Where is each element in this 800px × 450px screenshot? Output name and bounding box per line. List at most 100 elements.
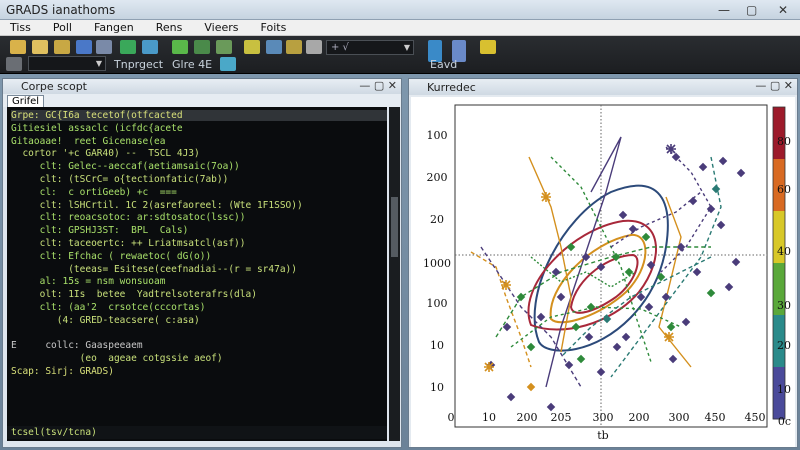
x-tick-label: 300 <box>669 411 690 424</box>
chevron-down-icon: ▼ <box>403 43 410 52</box>
script-minimize-button[interactable]: — <box>359 79 370 92</box>
figure-close-button[interactable]: ✕ <box>784 79 793 92</box>
x-tick-label: 0 <box>448 411 455 424</box>
command-line[interactable]: tcsel(tsv/tcna) <box>11 427 97 438</box>
code-line[interactable]: Gitiesiel assaclc (icfdc{acete <box>11 123 183 134</box>
x-tick-label: 450 <box>705 411 726 424</box>
figure-window-title: Kurredec <box>427 80 476 94</box>
plot-frame <box>454 104 768 428</box>
scrollbar-thumb[interactable] <box>391 197 398 257</box>
export-icon[interactable] <box>480 40 496 54</box>
project-label[interactable]: Tnprgect <box>114 58 163 71</box>
x-tick-label: 300 <box>593 411 614 424</box>
app-title-bar: GRADS ianathoms — ▢ ✕ <box>0 0 800 20</box>
save-label[interactable]: Eavd <box>430 58 457 71</box>
graph-icon[interactable] <box>216 40 232 54</box>
star-marker <box>501 280 511 290</box>
star-marker <box>664 332 674 342</box>
figure-minimize-button[interactable]: — <box>755 79 766 92</box>
new-folder-icon[interactable] <box>10 40 26 54</box>
x-tick-label: 205 <box>551 411 572 424</box>
y-tick-label: 200 <box>427 171 448 184</box>
star-marker <box>666 144 676 154</box>
code-line[interactable]: (4: GRED-teacsere( c:asa) <box>11 315 200 326</box>
x-axis-label: tb <box>597 429 608 442</box>
script-close-button[interactable]: ✕ <box>388 79 397 92</box>
code-line[interactable]: (teeas= Esitese(ceefnadiai--(r = sr47a)) <box>11 264 297 275</box>
window-icon[interactable] <box>6 57 22 71</box>
toolbar: + √ ▼ ▼ Tnprgect Glre 4E Eavd <box>0 36 800 74</box>
code-line[interactable]: clt: Efchac ( rewaetoc( dG(o)) <box>11 251 212 262</box>
user-icon[interactable] <box>76 40 92 54</box>
figure-window-controls[interactable]: — ▢ ✕ <box>755 79 793 92</box>
colorbar-tick-label: 20 <box>777 339 791 352</box>
script-maximize-button[interactable]: ▢ <box>374 79 384 92</box>
colorbar-tick-label: 60 <box>777 183 791 196</box>
trajectory-plot: 10020020100010010100 10 200 205 300 200 300 450… <box>423 104 791 442</box>
x-tick-label: 200 <box>629 411 650 424</box>
code-line[interactable]: cortor '+c GAR40) -- TSCL 4J3) <box>11 148 199 159</box>
code-line[interactable]: clt: reoacsotoc: ar:sdtosatoc(lssc)) <box>11 212 246 223</box>
code-line[interactable]: Gitaoaae! reet Gicenase(ea <box>11 136 165 147</box>
script-window-controls[interactable]: — ▢ ✕ <box>359 79 397 92</box>
code-line[interactable]: clt: (tSCrC= o{tectionfatic(7ab)) <box>11 174 229 185</box>
code-line[interactable]: olt: 1Is betee Yadtrelsoterafrs(dla) <box>11 289 257 300</box>
tab-script[interactable]: Grifel <box>7 95 45 107</box>
layout-icon[interactable] <box>306 40 322 54</box>
code-line[interactable]: Scap: Sirj: GRADS) <box>11 366 114 377</box>
run-label[interactable]: Glre 4E <box>172 58 212 71</box>
gear-icon[interactable] <box>220 57 236 71</box>
code-editor[interactable]: Scap: Sirj: GRADS) (eo ageae cotgssie ae… <box>7 107 387 441</box>
y-tick-label: 1000 <box>423 257 451 270</box>
app-title: GRADS ianathoms <box>6 2 116 17</box>
expression-combo[interactable]: + √ ▼ <box>326 40 414 55</box>
menu-file[interactable]: Tiss <box>10 21 31 34</box>
y-tick-label: 10 <box>430 339 444 352</box>
code-line[interactable]: E collc: Gaaspeeaem <box>11 340 143 351</box>
zoom-in-icon[interactable] <box>244 40 260 54</box>
code-line[interactable]: Grpe: GC{I6a tecetof(otfcacted <box>11 110 387 121</box>
script-window-title: Corpe scopt <box>21 80 87 93</box>
colorbar-segment <box>773 107 785 160</box>
save-icon[interactable] <box>54 40 70 54</box>
code-line[interactable]: al: 15s = nsm wonsuoam <box>11 276 166 287</box>
colorbar-tick-label: 0c <box>778 415 791 428</box>
code-line[interactable]: cl: c ortiGeeb) +c === <box>11 187 177 198</box>
editor-scrollbar[interactable] <box>389 107 400 441</box>
arrow-icon[interactable] <box>172 40 188 54</box>
sparkle-icon[interactable] <box>142 40 158 54</box>
code-line[interactable]: (eo ageae cotgssie aeof) <box>11 353 223 364</box>
plot-canvas[interactable]: 100 200 20 1000 100 10 10 0 10 200 205 300 200 300 450… <box>411 97 795 447</box>
maximize-button[interactable]: ▢ <box>746 3 757 17</box>
figure-window: Kurredec — ▢ ✕ 100 200 20 1000 100 10 10 0 10 200… <box>408 78 798 448</box>
script-window-title-bar: Corpe scopt — ▢ ✕ <box>3 79 401 94</box>
menu-fangen[interactable]: Fangen <box>94 21 134 34</box>
colorbar-tick-label: 80 <box>777 135 791 148</box>
menu-foits[interactable]: Foits <box>261 21 287 34</box>
pan-icon[interactable] <box>266 40 282 54</box>
zoom-out-icon[interactable] <box>286 40 302 54</box>
code-line[interactable]: clt: lSHCrtil. 1C 2(asrefaoreel: (Wte 1F… <box>11 200 303 211</box>
edit-icon[interactable] <box>96 40 112 54</box>
menu-rens[interactable]: Rens <box>156 21 183 34</box>
mark-icon[interactable] <box>194 40 210 54</box>
open-folder-icon[interactable] <box>32 40 48 54</box>
code-line[interactable]: clt: (aa'2 crsotce(cccortas) <box>11 302 206 313</box>
expression-combo-value: + √ <box>331 42 349 53</box>
y-tick-label: 10 <box>430 381 444 394</box>
code-line[interactable]: clt: GPSHJ3ST: BPL Cals) <box>11 225 189 236</box>
menu-view[interactable]: Vieers <box>204 21 238 34</box>
menu-pull[interactable]: Poll <box>53 21 72 34</box>
code-line[interactable]: clt: taceoertc: ++ Lriatmsatcl(asf)) <box>11 238 246 249</box>
colorbar-tick-label: 10 <box>777 383 791 396</box>
minimize-button[interactable]: — <box>718 3 730 17</box>
chevron-down-icon: ▼ <box>95 59 102 68</box>
plot-icon[interactable] <box>120 40 136 54</box>
x-tick-label: 200 <box>517 411 538 424</box>
dimension-combo[interactable]: ▼ <box>28 56 106 71</box>
colorbar-tick-label: 30 <box>777 299 791 312</box>
figure-maximize-button[interactable]: ▢ <box>770 79 780 92</box>
code-line[interactable]: clt: Gelec--aeccaf(aetiamsaic(7oa)) <box>11 161 240 172</box>
close-button[interactable]: ✕ <box>778 3 788 17</box>
star-marker <box>484 362 494 372</box>
